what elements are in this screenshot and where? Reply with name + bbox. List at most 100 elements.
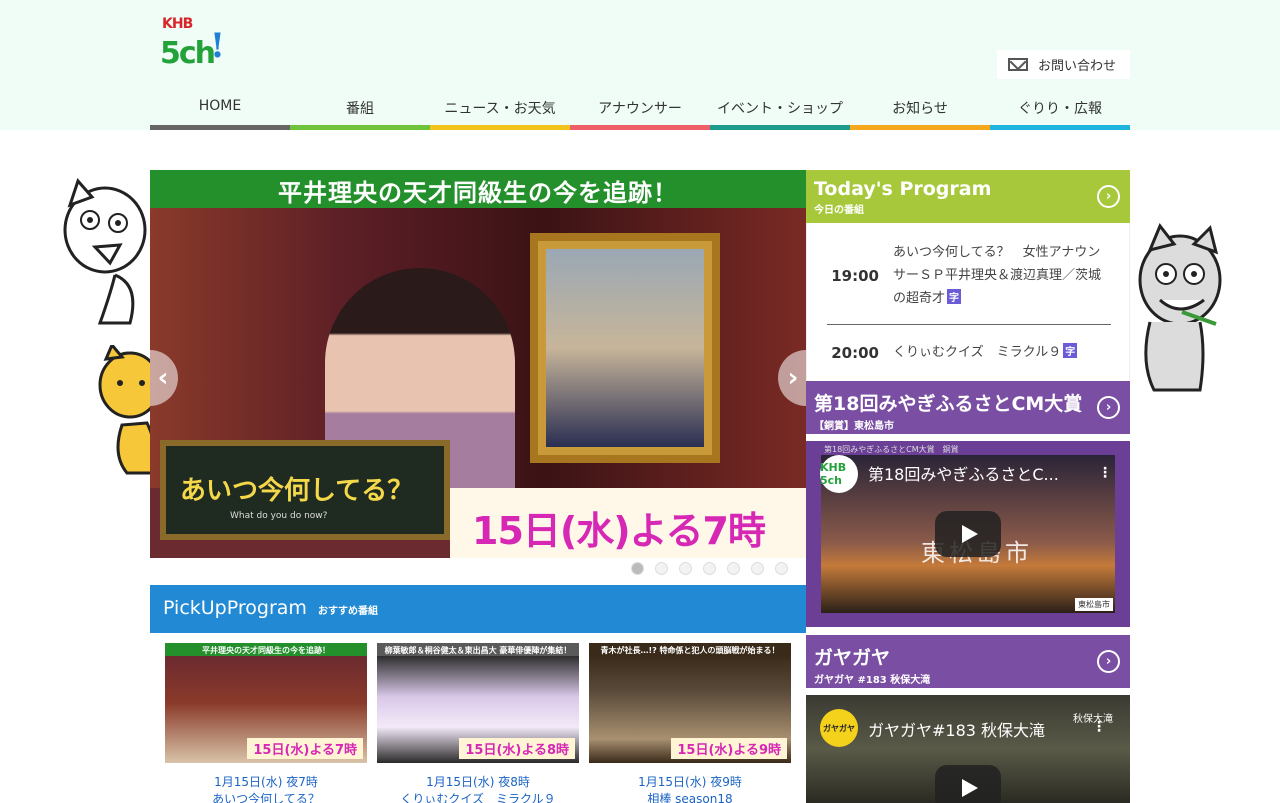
today-subtitle: 今日の番組 bbox=[814, 205, 864, 216]
pickup-card[interactable]: 平井理央の天才同級生の今を追跡！ 15日(水)よる7時 1月15日(水) 夜7時… bbox=[165, 643, 367, 803]
mascot-white-cat-illustration bbox=[63, 178, 147, 325]
slider-dot[interactable] bbox=[703, 562, 716, 575]
nav-label: イベント・ショップ bbox=[717, 101, 843, 117]
mascot-gray-cat-illustration bbox=[1138, 223, 1222, 392]
program-title: あいつ今何してる？ 女性アナウンサーＳＰ平井理央＆渡辺真理／茨城の超奇才字 bbox=[887, 241, 1107, 310]
nav-label: HOME bbox=[198, 98, 242, 114]
pickup-thumbnail: 柳葉敏郎＆桐谷健太＆東出昌大 豪華俳優陣が集結！ 15日(水)よる8時 bbox=[377, 643, 579, 763]
slider-dot[interactable] bbox=[655, 562, 668, 575]
pickup-thumb-banner: 青木が社長…!? 特命係と犯人の頭脳戦が始まる！ bbox=[589, 643, 791, 656]
today-program-row[interactable]: 19:00 あいつ今何してる？ 女性アナウンサーＳＰ平井理央＆渡辺真理／茨城の超… bbox=[827, 241, 1111, 310]
contact-button[interactable]: お問い合わせ bbox=[997, 50, 1130, 79]
khb-logo[interactable]: KHB 5ch ! bbox=[160, 16, 230, 72]
pickup-card[interactable]: 青木が社長…!? 特命係と犯人の頭脳戦が始まる！ 15日(水)よる9時 1月15… bbox=[589, 643, 791, 803]
slider-dots bbox=[150, 558, 806, 582]
nav-home[interactable]: HOME bbox=[150, 88, 290, 130]
arrow-circle-right-icon[interactable]: › bbox=[1097, 650, 1120, 673]
nav-gurili-pr[interactable]: ぐりり・広報 bbox=[990, 88, 1130, 130]
nav-notices[interactable]: お知らせ bbox=[850, 88, 990, 130]
subtitle-badge: 字 bbox=[1063, 343, 1078, 358]
nav-news-weather[interactable]: ニュース・お天気 bbox=[430, 88, 570, 130]
pickup-thumb-airtime: 15日(水)よる7時 bbox=[247, 738, 363, 759]
pickup-card[interactable]: 柳葉敏郎＆桐谷健太＆東出昌大 豪華俳優陣が集結！ 15日(水)よる8時 1月15… bbox=[377, 643, 579, 803]
nav-announcers[interactable]: アナウンサー bbox=[570, 88, 710, 130]
contact-label: お問い合わせ bbox=[1038, 59, 1117, 74]
more-options-icon[interactable]: ⋮ bbox=[1098, 465, 1112, 481]
pickup-date: 1月15日(水) 夜7時 bbox=[214, 775, 318, 789]
hero-portrait-photo bbox=[546, 249, 704, 447]
play-button-icon[interactable] bbox=[935, 765, 1001, 803]
chevron-left-icon: ‹ bbox=[157, 363, 169, 393]
channel-avatar[interactable]: KHB 5ch bbox=[820, 455, 858, 493]
subtitle-badge: 字 bbox=[947, 289, 962, 304]
slider-dot[interactable] bbox=[751, 562, 764, 575]
program-time: 20:00 bbox=[831, 343, 879, 362]
slider-dot[interactable] bbox=[775, 562, 788, 575]
global-nav: HOME 番組 ニュース・お天気 アナウンサー イベント・ショップ お知らせ ぐ… bbox=[150, 88, 1130, 130]
nav-label: アナウンサー bbox=[598, 101, 682, 117]
pickup-thumb-banner: 柳葉敏郎＆桐谷健太＆東出昌大 豪華俳優陣が集結！ bbox=[377, 643, 579, 656]
nav-label: ぐりり・広報 bbox=[1018, 101, 1102, 117]
slider-dot[interactable] bbox=[631, 562, 644, 575]
nav-programs[interactable]: 番組 bbox=[290, 88, 430, 130]
pickup-title: PickUpProgram bbox=[163, 597, 307, 619]
gayagaya-title: ガヤガヤ bbox=[814, 647, 891, 669]
pickup-title-link[interactable]: くりぃむクイズ ミラクル９ bbox=[377, 790, 579, 803]
slider-dot[interactable] bbox=[727, 562, 740, 575]
program-title: くりぃむクイズ ミラクル９ 字 bbox=[887, 341, 1107, 364]
pickup-thumb-banner: 平井理央の天才同級生の今を追跡！ bbox=[165, 643, 367, 656]
hero-board-subtitle: What do you do now? bbox=[230, 511, 328, 521]
cm-award-video[interactable]: 第18回みやぎふるさとCM大賞 銅賞 東松島市 東松島市 KHB 5ch 第18… bbox=[806, 441, 1130, 627]
program-title-text: くりぃむクイズ ミラクル９ bbox=[893, 345, 1062, 360]
arrow-circle-right-icon[interactable]: › bbox=[1097, 185, 1120, 208]
pickup-date: 1月15日(水) 夜9時 bbox=[638, 775, 742, 789]
today-program-row[interactable]: 20:00 くりぃむクイズ ミラクル９ 字 bbox=[827, 341, 1111, 364]
pickup-title-link[interactable]: 相棒 season18 bbox=[589, 790, 791, 803]
nav-label: 番組 bbox=[346, 101, 374, 117]
divider bbox=[827, 324, 1111, 325]
today-title: Today's Program bbox=[814, 178, 992, 200]
hero-slider[interactable]: 平井理央の天才同級生の今を追跡！ あいつ今何してる？ What do you d… bbox=[150, 170, 806, 558]
cm-award-subtitle: 【銅賞】東松島市 bbox=[814, 421, 894, 432]
pickup-title-link[interactable]: あいつ今何してる？ bbox=[165, 790, 367, 803]
slider-dot[interactable] bbox=[679, 562, 692, 575]
cm-award-panel: 第18回みやぎふるさとCM大賞 【銅賞】東松島市 › bbox=[806, 381, 1130, 434]
pickup-thumb-airtime: 15日(水)よる9時 bbox=[671, 738, 787, 759]
nav-label: ニュース・お天気 bbox=[444, 101, 556, 117]
hero-airdate: 15日(水)よる7時 bbox=[450, 488, 806, 558]
mascot-yellow-cat-illustration bbox=[98, 345, 157, 475]
hero-portrait-frame bbox=[530, 233, 720, 463]
pickup-thumbnail: 青木が社長…!? 特命係と犯人の頭脳戦が始まる！ 15日(水)よる9時 bbox=[589, 643, 791, 763]
pickup-thumb-airtime: 15日(水)よる8時 bbox=[459, 738, 575, 759]
chevron-right-icon: › bbox=[787, 363, 799, 393]
channel-avatar[interactable]: ガヤガヤ bbox=[820, 709, 858, 747]
nav-label: お知らせ bbox=[892, 101, 948, 117]
mail-icon bbox=[1008, 58, 1028, 71]
pickup-card-list: 平井理央の天才同級生の今を追跡！ 15日(水)よる7時 1月15日(水) 夜7時… bbox=[150, 633, 806, 803]
video-title[interactable]: 第18回みやぎふるさとC... bbox=[868, 461, 1059, 485]
video-caption: 第18回みやぎふるさとCM大賞 銅賞 bbox=[824, 445, 959, 454]
cm-award-title: 第18回みやぎふるさとCM大賞 bbox=[814, 393, 1083, 415]
nav-events-shop[interactable]: イベント・ショップ bbox=[710, 88, 850, 130]
pickup-thumbnail: 平井理央の天才同級生の今を追跡！ 15日(水)よる7時 bbox=[165, 643, 367, 763]
today-program-panel: Today's Program 今日の番組 › bbox=[806, 170, 1130, 223]
arrow-circle-right-icon[interactable]: › bbox=[1097, 396, 1120, 419]
gayagaya-subtitle: ガヤガヤ #183 秋保大滝 bbox=[814, 675, 931, 686]
video-title[interactable]: ガヤガヤ#183 秋保大滝 bbox=[868, 717, 1045, 741]
logo-text-5ch: 5ch bbox=[160, 36, 216, 71]
gayagaya-video[interactable]: 秋保大滝 ガヤガヤ ガヤガヤ#183 秋保大滝 ⋮ bbox=[806, 695, 1130, 803]
today-program-list: 19:00 あいつ今何してる？ 女性アナウンサーＳＰ平井理央＆渡辺真理／茨城の超… bbox=[806, 223, 1130, 380]
play-button-icon[interactable] bbox=[935, 511, 1001, 557]
more-options-icon[interactable]: ⋮ bbox=[1092, 719, 1106, 735]
logo-text-khb: KHB bbox=[162, 16, 193, 32]
hero-board-title: あいつ今何してる？ bbox=[180, 476, 414, 506]
logo-mark: ! bbox=[210, 26, 225, 66]
pickup-header: PickUpProgram おすすめ番組 bbox=[150, 585, 806, 633]
gayagaya-panel: ガヤガヤ ガヤガヤ #183 秋保大滝 › bbox=[806, 635, 1130, 688]
today-program-header[interactable]: Today's Program 今日の番組 › bbox=[806, 170, 1130, 223]
program-title-text: あいつ今何してる？ 女性アナウンサーＳＰ平井理央＆渡辺真理／茨城の超奇才 bbox=[893, 245, 1102, 306]
hero-banner-text: 平井理央の天才同級生の今を追跡！ bbox=[150, 170, 806, 208]
gayagaya-header[interactable]: ガヤガヤ ガヤガヤ #183 秋保大滝 › bbox=[806, 635, 1130, 688]
program-time: 19:00 bbox=[831, 266, 879, 285]
cm-award-header[interactable]: 第18回みやぎふるさとCM大賞 【銅賞】東松島市 › bbox=[806, 381, 1130, 434]
